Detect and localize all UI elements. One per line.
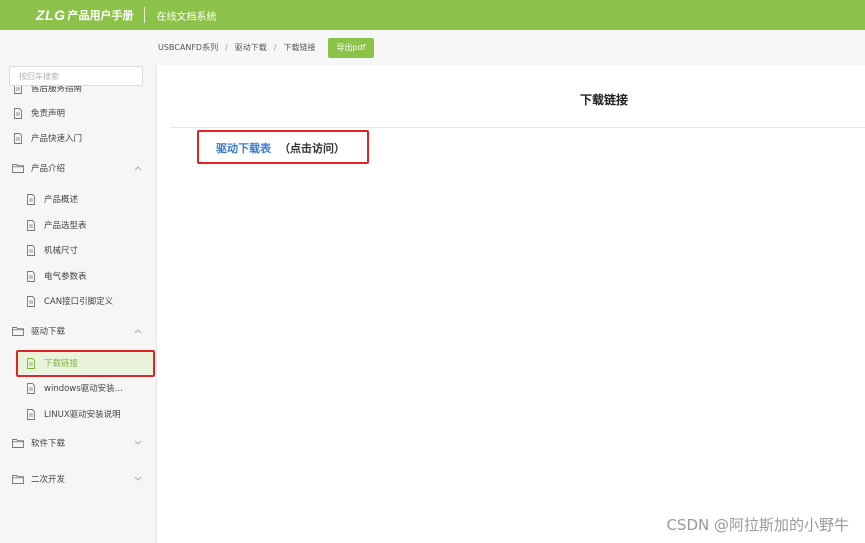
brand-logo[interactable]: ZLG 产品用户手册 (36, 7, 134, 23)
chevron-down-icon[interactable] (134, 475, 142, 485)
active-item-highlight (16, 350, 155, 377)
sidebar-item-label: 驱动下载 (31, 327, 66, 337)
breadcrumb: USBCANFD系列 / 驱动下载 / 下载链接 导出pdf (0, 30, 865, 65)
sidebar-item-label: 软件下载 (31, 439, 66, 449)
breadcrumb-item-current: 下载链接 (283, 43, 316, 52)
sidebar-item-can-pinout[interactable]: CAN接口引脚定义 (0, 290, 156, 312)
sidebar-folder-software-download[interactable]: 软件下载 (0, 432, 156, 454)
download-link-line: 驱动下载表 （点击访问） (216, 140, 345, 156)
chevron-up-icon[interactable] (134, 164, 142, 174)
chevron-down-icon[interactable] (134, 439, 142, 449)
top-header-bar: ZLG 产品用户手册 在线文档系统 (0, 0, 865, 30)
link-note: （点击访问） (279, 142, 345, 155)
breadcrumb-item-driver-download[interactable]: 驱动下载 (235, 42, 267, 53)
sidebar: 售后服务指南 免责声明 产品快速入门 产品介绍 产品概述 产品选型表 机械尺寸 … (0, 65, 157, 543)
sidebar-item-label: windows驱动安装... (44, 384, 123, 394)
doc-icon (25, 270, 37, 282)
system-title: 在线文档系统 (156, 11, 217, 23)
sidebar-folder-driver-download[interactable]: 驱动下载 (0, 320, 156, 342)
doc-icon (12, 132, 24, 144)
folder-icon (12, 325, 24, 337)
sidebar-item-disclaimer[interactable]: 免责声明 (0, 102, 156, 124)
logo-mark: ZLG (36, 7, 66, 23)
sidebar-item-electrical-params[interactable]: 电气参数表 (0, 265, 156, 287)
sidebar-item-linux-driver[interactable]: LINUX驱动安装说明 (0, 403, 156, 425)
breadcrumb-item-series[interactable]: USBCANFD系列 (158, 42, 218, 53)
title-divider (170, 127, 865, 128)
page-title: 下载链接 (579, 93, 628, 107)
sidebar-item-label: 产品选型表 (44, 221, 87, 231)
folder-icon (12, 473, 24, 485)
sidebar-item-label: 产品快速入门 (31, 134, 83, 144)
sidebar-item-dimensions[interactable]: 机械尺寸 (0, 239, 156, 261)
sidebar-item-windows-driver[interactable]: windows驱动安装... (0, 377, 156, 399)
doc-icon (25, 244, 37, 256)
watermark: CSDN @阿拉斯加的小野牛 (666, 516, 849, 534)
sidebar-item-label: 电气参数表 (44, 272, 87, 282)
sidebar-item-overview[interactable]: 产品概述 (0, 188, 156, 210)
doc-icon (12, 107, 24, 119)
sidebar-item-label: 产品概述 (44, 195, 79, 205)
sidebar-item-label: 免责声明 (31, 109, 66, 119)
export-pdf-button[interactable]: 导出pdf (327, 37, 375, 58)
driver-download-table-link[interactable]: 驱动下载表 (216, 142, 271, 155)
sidebar-item-label: 机械尺寸 (44, 246, 79, 256)
main-content: 下载链接 驱动下载表 （点击访问） (158, 65, 865, 543)
logo-text: 产品用户手册 (67, 9, 134, 22)
doc-icon (25, 193, 37, 205)
search-input[interactable] (9, 66, 143, 86)
sidebar-item-label: LINUX驱动安装说明 (44, 410, 121, 420)
sidebar-item-quick-start[interactable]: 产品快速入门 (0, 127, 156, 149)
sidebar-item-selection-table[interactable]: 产品选型表 (0, 214, 156, 236)
folder-icon (12, 437, 24, 449)
breadcrumb-separator: / (273, 43, 277, 52)
doc-icon (25, 295, 37, 307)
header-divider (143, 7, 145, 23)
sidebar-item-label: 产品介绍 (31, 164, 66, 174)
sidebar-folder-product-intro[interactable]: 产品介绍 (0, 157, 156, 179)
folder-icon (12, 162, 24, 174)
breadcrumb-separator: / (225, 43, 228, 52)
sidebar-item-label: 二次开发 (31, 475, 66, 485)
sidebar-item-label: CAN接口引脚定义 (44, 297, 114, 307)
doc-icon (25, 219, 37, 231)
doc-icon (25, 408, 37, 420)
doc-icon (25, 382, 37, 394)
chevron-up-icon[interactable] (134, 327, 142, 337)
sidebar-folder-secondary-dev[interactable]: 二次开发 (0, 468, 156, 490)
